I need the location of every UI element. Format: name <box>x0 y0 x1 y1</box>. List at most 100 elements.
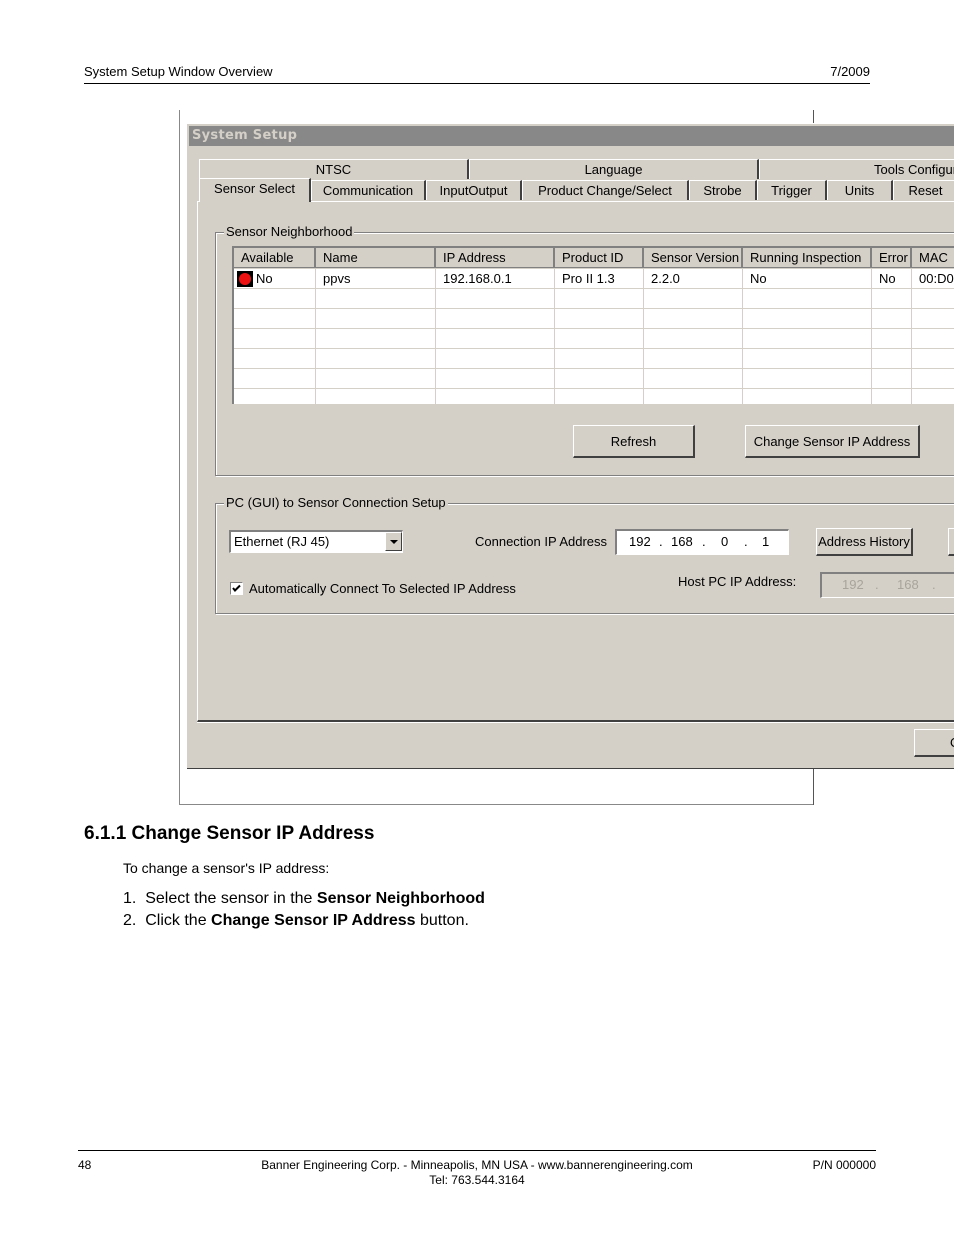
tab-units[interactable]: Units <box>827 180 893 200</box>
table-cell-mac <box>912 289 954 309</box>
table-cell-available <box>234 349 316 369</box>
figure-frame-left <box>179 110 180 805</box>
sensor-table-header: Available Name IP Address Product ID Sen… <box>234 248 954 269</box>
table-cell-running-inspection <box>743 309 872 329</box>
tab-reset[interactable]: Reset <box>893 180 954 200</box>
header-rule <box>84 83 870 84</box>
intro-text: To change a sensor's IP address: <box>123 860 330 876</box>
window-title: System Setup <box>189 126 954 146</box>
tab-tools-configuration[interactable]: Tools Configura <box>759 159 954 179</box>
tab-ntsc[interactable]: NTSC <box>199 159 469 179</box>
connection-setup-label: PC (GUI) to Sensor Connection Setup <box>224 495 448 510</box>
sensor-table[interactable]: Available Name IP Address Product ID Sen… <box>232 246 954 404</box>
panel-separator <box>197 722 954 723</box>
table-cell-ip <box>436 389 555 404</box>
dropdown-arrow-icon[interactable] <box>385 532 402 551</box>
column-header-running-inspection[interactable]: Running Inspection <box>743 248 872 268</box>
column-header-mac[interactable]: MAC <box>912 248 954 268</box>
table-cell-sensor-version <box>644 389 743 404</box>
table-cell-mac <box>912 389 954 404</box>
connection-ip-field[interactable]: 192 . 168 . 0 . 1 <box>615 529 789 555</box>
table-cell-name <box>316 329 436 349</box>
address-history-button[interactable]: Address History <box>816 528 913 556</box>
ip-dot: . <box>702 534 706 549</box>
table-cell-sensor-version <box>644 329 743 349</box>
table-cell-name <box>316 309 436 329</box>
table-cell-ip <box>436 309 555 329</box>
host-ip-octet-1: 192 <box>842 577 864 592</box>
table-cell-running-inspection: No <box>743 269 872 289</box>
table-cell-available <box>234 309 316 329</box>
ip-dot: . <box>744 534 748 549</box>
available-value: No <box>256 271 273 286</box>
sensor-neighborhood-label: Sensor Neighborhood <box>224 224 355 239</box>
connection-type-value: Ethernet (RJ 45) <box>234 534 330 549</box>
column-header-name[interactable]: Name <box>316 248 436 268</box>
step-bold-text: Change Sensor IP Address <box>211 912 416 929</box>
table-cell-ip <box>436 369 555 389</box>
table-cell-product-id <box>555 389 644 404</box>
host-pc-ip-label: Host PC IP Address: <box>678 574 797 589</box>
table-cell-available <box>234 289 316 309</box>
refresh-button[interactable]: Refresh <box>573 425 695 458</box>
table-cell-running-inspection <box>743 289 872 309</box>
table-cell-error <box>872 289 912 309</box>
column-header-sensor-version[interactable]: Sensor Version <box>644 248 743 268</box>
tab-inputoutput[interactable]: InputOutput <box>426 180 522 200</box>
table-cell-mac: 00:D0: <box>912 269 954 289</box>
table-cell-name <box>316 349 436 369</box>
red-dot-icon <box>237 270 253 287</box>
connection-type-select[interactable]: Ethernet (RJ 45) <box>229 530 403 553</box>
table-cell-running-inspection <box>743 389 872 404</box>
figure-frame-bottom <box>179 804 814 805</box>
column-header-product-id[interactable]: Product ID <box>555 248 644 268</box>
auto-connect-checkbox[interactable] <box>230 582 243 595</box>
table-cell-error: No <box>872 269 912 289</box>
tab-trigger[interactable]: Trigger <box>757 180 827 200</box>
table-cell-error <box>872 309 912 329</box>
ok-button[interactable]: O <box>914 729 954 757</box>
step-2: 2. Click the Change Sensor IP Address bu… <box>123 912 469 930</box>
tab-product-change-select[interactable]: Product Change/Select <box>522 180 689 200</box>
table-cell-sensor-version <box>644 349 743 369</box>
table-cell-running-inspection <box>743 349 872 369</box>
step-1: 1. Select the sensor in the Sensor Neigh… <box>123 890 485 908</box>
column-header-ip-address[interactable]: IP Address <box>436 248 555 268</box>
ip-octet-4[interactable]: 1 <box>762 534 769 549</box>
tab-language[interactable]: Language <box>469 159 759 179</box>
clipped-button[interactable] <box>948 528 954 556</box>
page-header-title: System Setup Window Overview <box>84 64 273 79</box>
step-text-end: button. <box>415 912 469 929</box>
step-number: 2. <box>123 912 137 929</box>
host-ip-octet-2: 168 <box>897 577 919 592</box>
ip-dot: . <box>875 577 879 592</box>
ip-octet-3[interactable]: 0 <box>721 534 728 549</box>
ip-dot: . <box>659 534 663 549</box>
checkmark-icon <box>232 584 241 592</box>
ip-dot: . <box>932 577 936 592</box>
table-cell-error <box>872 369 912 389</box>
tab-strobe[interactable]: Strobe <box>689 180 757 200</box>
step-bold-text: Sensor Neighborhood <box>316 890 485 907</box>
ip-octet-2[interactable]: 168 <box>671 534 693 549</box>
tab-sensor-select[interactable]: Sensor Select <box>199 178 311 202</box>
table-cell-ip <box>436 329 555 349</box>
change-sensor-ip-button[interactable]: Change Sensor IP Address <box>745 425 920 458</box>
table-cell-running-inspection <box>743 369 872 389</box>
ip-octet-1[interactable]: 192 <box>629 534 651 549</box>
footer-rule <box>78 1150 876 1151</box>
tab-communication[interactable]: Communication <box>311 180 426 200</box>
table-cell-sensor-version: 2.2.0 <box>644 269 743 289</box>
table-cell-product-id <box>555 349 644 369</box>
step-text: Click the <box>145 912 212 929</box>
table-cell-name <box>316 369 436 389</box>
column-header-error[interactable]: Error <box>872 248 912 268</box>
table-cell-mac <box>912 349 954 369</box>
table-cell-mac <box>912 309 954 329</box>
table-cell-ip: 192.168.0.1 <box>436 269 555 289</box>
step-number: 1. <box>123 890 137 907</box>
table-cell-name <box>316 389 436 404</box>
table-cell-available <box>234 389 316 404</box>
column-header-available[interactable]: Available <box>234 248 316 268</box>
connection-ip-label: Connection IP Address <box>475 534 608 549</box>
